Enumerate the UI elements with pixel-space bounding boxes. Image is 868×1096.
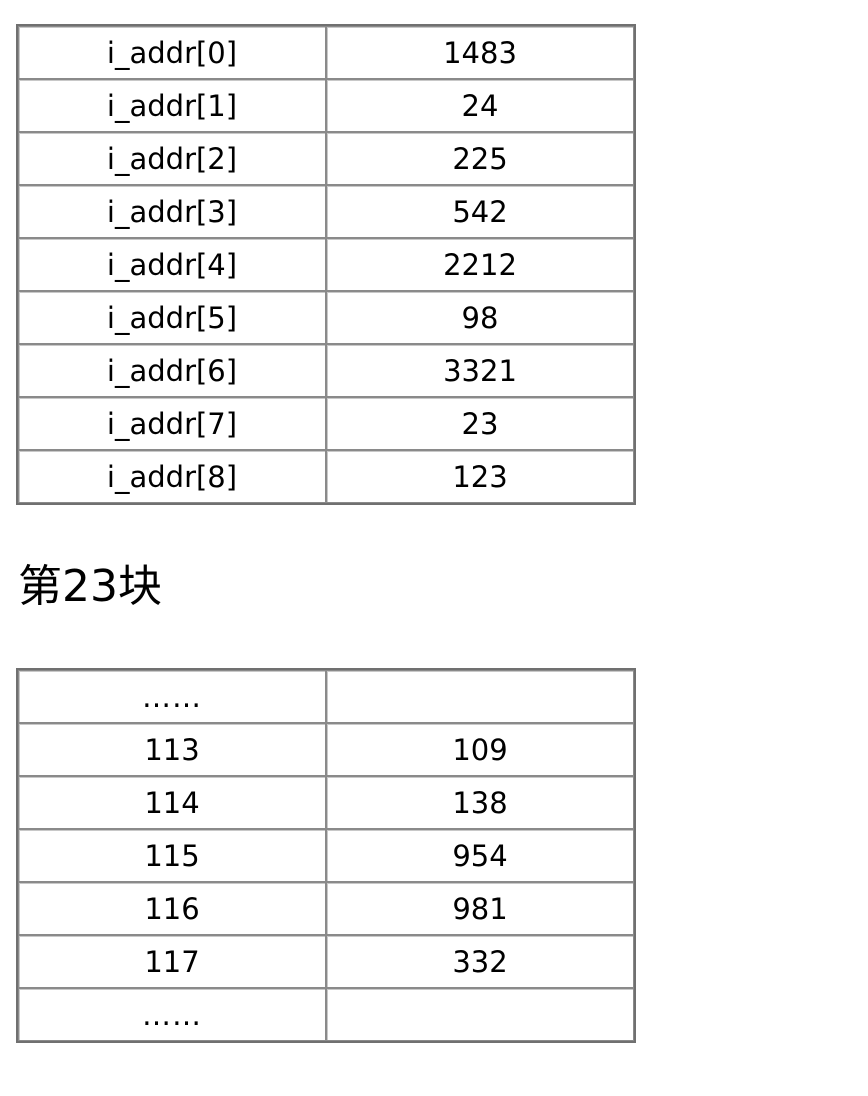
table-row: i_addr[0] 1483 [18,26,634,79]
block-contents-table: …… 113 109 114 138 115 954 116 981 117 3… [16,668,636,1043]
index-cell: …… [18,670,326,723]
table-row: 113 109 [18,723,634,776]
address-label-cell: i_addr[6] [18,344,326,397]
address-value-cell: 123 [326,450,634,503]
table-row: i_addr[7] 23 [18,397,634,450]
address-value-cell: 2212 [326,238,634,291]
address-label-cell: i_addr[8] [18,450,326,503]
address-label-cell: i_addr[7] [18,397,326,450]
address-label-cell: i_addr[4] [18,238,326,291]
index-cell: …… [18,988,326,1041]
table-row: 117 332 [18,935,634,988]
table-row: i_addr[8] 123 [18,450,634,503]
address-label-cell: i_addr[1] [18,79,326,132]
inode-address-table: i_addr[0] 1483 i_addr[1] 24 i_addr[2] 22… [16,24,636,505]
address-value-cell: 98 [326,291,634,344]
value-cell [326,670,634,723]
address-value-cell: 225 [326,132,634,185]
value-cell [326,988,634,1041]
table-row: i_addr[1] 24 [18,79,634,132]
table-row: i_addr[2] 225 [18,132,634,185]
table-row: …… [18,670,634,723]
address-value-cell: 3321 [326,344,634,397]
block-heading: 第23块 [18,561,162,612]
value-cell: 954 [326,829,634,882]
address-value-cell: 542 [326,185,634,238]
table-row: 114 138 [18,776,634,829]
value-cell: 109 [326,723,634,776]
index-cell: 113 [18,723,326,776]
index-cell: 114 [18,776,326,829]
address-label-cell: i_addr[3] [18,185,326,238]
address-label-cell: i_addr[0] [18,26,326,79]
address-value-cell: 1483 [326,26,634,79]
address-value-cell: 24 [326,79,634,132]
index-cell: 117 [18,935,326,988]
table-row: i_addr[6] 3321 [18,344,634,397]
table-row: …… [18,988,634,1041]
table-row: 116 981 [18,882,634,935]
index-cell: 116 [18,882,326,935]
value-cell: 981 [326,882,634,935]
value-cell: 138 [326,776,634,829]
address-label-cell: i_addr[5] [18,291,326,344]
table-row: 115 954 [18,829,634,882]
index-cell: 115 [18,829,326,882]
address-label-cell: i_addr[2] [18,132,326,185]
address-value-cell: 23 [326,397,634,450]
table-row: i_addr[5] 98 [18,291,634,344]
table-row: i_addr[3] 542 [18,185,634,238]
table-row: i_addr[4] 2212 [18,238,634,291]
value-cell: 332 [326,935,634,988]
